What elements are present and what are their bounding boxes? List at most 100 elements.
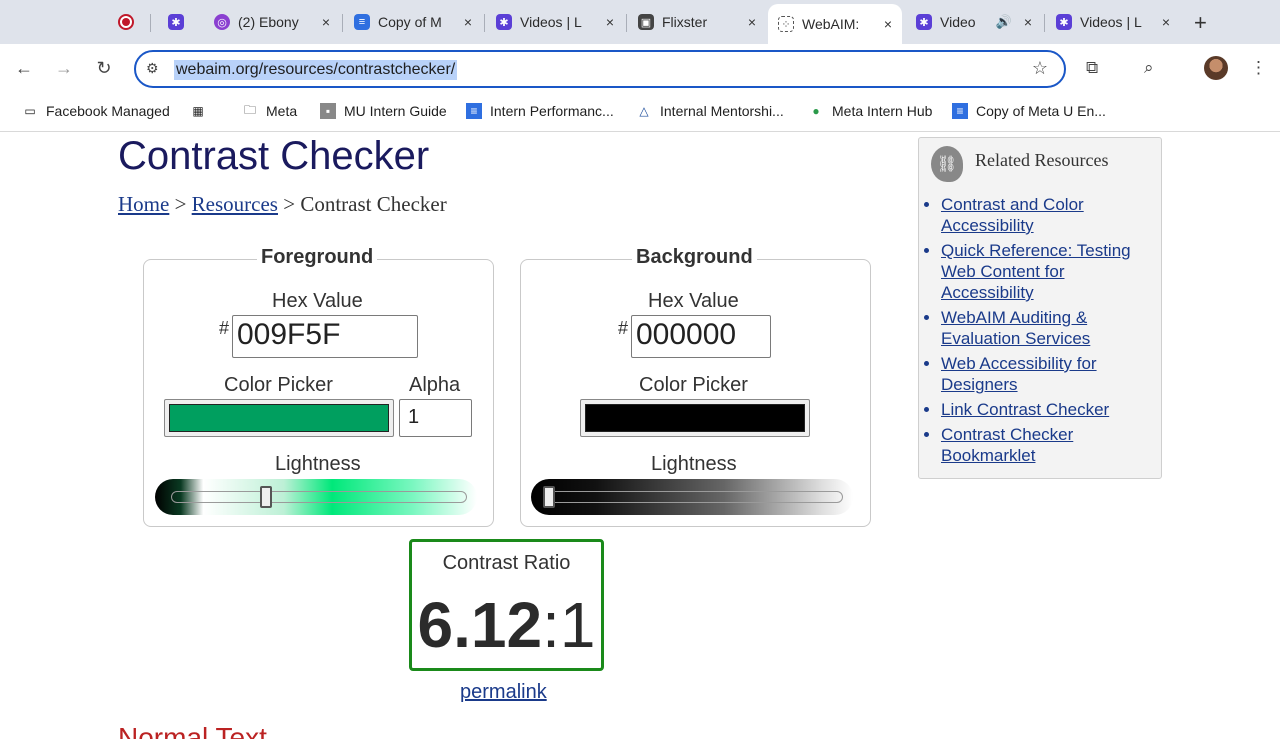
bookmark-mu-intern-guide[interactable]: ▪ MU Intern Guide xyxy=(320,103,447,119)
tab-ebony[interactable]: ◎ (2) Ebony × xyxy=(204,6,340,38)
foreground-lightness-slider[interactable] xyxy=(155,479,477,515)
bookmarks-bar: ▭ Facebook Managed ▦ 🗀 Meta ▪ MU Intern … xyxy=(0,96,1280,132)
record-icon xyxy=(118,14,134,30)
slider-track xyxy=(547,491,843,503)
tab-webaim[interactable]: ⁘ WebAIM: × xyxy=(768,4,902,44)
list-item: Web Accessibility for Designers xyxy=(941,353,1157,395)
tab-title: (2) Ebony xyxy=(238,14,299,30)
close-icon[interactable]: × xyxy=(322,14,330,30)
related-link[interactable]: Web Accessibility for Designers xyxy=(941,354,1097,394)
guide-icon: ▪ xyxy=(320,103,336,119)
search-tabs-icon[interactable]: ⌕ xyxy=(1144,58,1154,78)
tab-title: Video xyxy=(940,14,976,30)
close-icon[interactable]: × xyxy=(884,16,892,32)
related-link[interactable]: Link Contrast Checker xyxy=(941,400,1109,419)
contrast-ratio-box: Contrast Ratio 6.12:1 xyxy=(409,539,604,671)
tab-video-audio[interactable]: ✱ Video 🔊 × xyxy=(906,6,1042,38)
related-link[interactable]: Quick Reference: Testing Web Content for… xyxy=(941,241,1131,302)
back-button[interactable]: ← xyxy=(12,58,36,79)
avatar[interactable] xyxy=(1204,56,1228,80)
breadcrumb: Home > Resources > Contrast Checker xyxy=(118,192,447,216)
managed-folder-icon: ▭ xyxy=(24,104,36,118)
forward-button[interactable]: → xyxy=(52,58,76,79)
address-bar[interactable]: ⚙ webaim.org/resources/contrastchecker/ … xyxy=(134,50,1066,88)
related-resources-panel: ⛓ Related Resources Contrast and Color A… xyxy=(918,137,1162,479)
list-item: Link Contrast Checker xyxy=(941,399,1157,420)
contrast-ratio-value: 6.12:1 xyxy=(417,589,596,661)
site-info-icon[interactable]: ⚙ xyxy=(146,60,159,77)
hash-symbol: # xyxy=(219,318,230,338)
bookmark-star-icon[interactable]: ☆ xyxy=(1032,58,1048,79)
related-link[interactable]: Contrast and Color Accessibility xyxy=(941,195,1084,235)
tab-title: Videos | L xyxy=(1080,14,1142,30)
extensions-icon[interactable]: ⧉ xyxy=(1086,58,1098,78)
breadcrumb-resources-link[interactable]: Resources xyxy=(192,192,278,216)
slider-track xyxy=(171,491,467,503)
close-icon[interactable]: × xyxy=(1162,14,1170,30)
speaker-icon[interactable]: 🔊 xyxy=(996,14,1012,30)
close-icon[interactable]: × xyxy=(748,14,756,30)
close-icon[interactable]: × xyxy=(1024,14,1032,30)
menu-icon[interactable]: ⋮ xyxy=(1250,58,1267,78)
bookmark-facebook-managed[interactable]: ▭ Facebook Managed xyxy=(22,103,169,119)
folder-icon: 🗀 xyxy=(243,102,256,117)
new-tab-button[interactable]: + xyxy=(1194,10,1207,36)
foreground-hex-input[interactable]: 009F5F xyxy=(232,315,418,358)
related-link[interactable]: WebAIM Auditing & Evaluation Services xyxy=(941,308,1090,348)
url-text[interactable]: webaim.org/resources/contrastchecker/ xyxy=(174,60,458,80)
bookmark-label: Meta xyxy=(266,103,298,119)
hub-icon: ● xyxy=(812,104,820,118)
bookmark-meta[interactable]: 🗀 Meta xyxy=(242,102,298,120)
tab-recording[interactable] xyxy=(108,6,148,38)
bookmark-apps[interactable]: ▦ xyxy=(190,103,214,119)
bookmark-label: MU Intern Guide xyxy=(344,103,447,119)
contrast-ratio-label: Contrast Ratio xyxy=(442,552,571,574)
apps-grid-icon: ▦ xyxy=(192,104,204,118)
asterisk-icon: ✱ xyxy=(1056,14,1072,30)
permalink-link[interactable]: permalink xyxy=(460,681,547,704)
tab-strip: ✱ ◎ (2) Ebony × ≡ Copy of M × ✱ Videos |… xyxy=(0,0,1280,44)
tab-title: Flixster xyxy=(662,14,708,30)
related-resources-title: Related Resources xyxy=(975,150,1109,170)
tab-videos-2[interactable]: ✱ Videos | L × xyxy=(1046,6,1180,38)
tab-flixster[interactable]: ▣ Flixster × xyxy=(628,6,766,38)
breadcrumb-home-link[interactable]: Home xyxy=(118,192,169,216)
bookmark-label: Meta Intern Hub xyxy=(832,103,933,119)
bookmark-copy-of-meta-u[interactable]: ≡ Copy of Meta U En... xyxy=(952,103,1106,119)
bookmark-label: Intern Performanc... xyxy=(490,103,614,119)
list-item: Contrast and Color Accessibility xyxy=(941,194,1157,236)
bookmark-label: Internal Mentorshi... xyxy=(660,103,784,119)
background-color-picker[interactable] xyxy=(580,399,810,437)
docs-icon: ≡ xyxy=(354,14,370,30)
tab-asterisk[interactable]: ✱ xyxy=(158,6,202,38)
drive-icon: △ xyxy=(639,104,649,118)
background-hex-input[interactable]: 000000 xyxy=(631,315,771,358)
bookmark-meta-intern-hub[interactable]: ● Meta Intern Hub xyxy=(808,103,932,119)
background-lightness-label: Lightness xyxy=(651,453,737,475)
tab-title: Copy of M xyxy=(378,14,442,30)
foreground-swatch-fill xyxy=(169,404,389,432)
bookmark-intern-performance[interactable]: ≡ Intern Performanc... xyxy=(466,103,614,119)
foreground-color-picker[interactable] xyxy=(164,399,394,437)
slider-thumb[interactable] xyxy=(259,486,272,508)
tab-copy-of[interactable]: ≡ Copy of M × xyxy=(344,6,482,38)
page-title: Contrast Checker xyxy=(118,134,430,178)
asterisk-icon: ✱ xyxy=(916,14,932,30)
related-link[interactable]: Contrast Checker Bookmarklet xyxy=(941,425,1073,465)
foreground-hex-label: Hex Value xyxy=(272,290,363,312)
page-content: Contrast Checker Home > Resources > Cont… xyxy=(0,132,1280,739)
alpha-input[interactable]: 1 xyxy=(399,399,472,437)
background-hex-label: Hex Value xyxy=(648,290,739,312)
background-lightness-slider[interactable] xyxy=(531,479,853,515)
sheets-icon: ≡ xyxy=(466,103,482,119)
slider-thumb[interactable] xyxy=(543,486,555,508)
asterisk-icon: ✱ xyxy=(168,14,184,30)
normal-text-heading: Normal Text xyxy=(118,722,267,739)
reload-button[interactable]: ↻ xyxy=(92,58,116,79)
tab-videos-1[interactable]: ✱ Videos | L × xyxy=(486,6,624,38)
bookmark-internal-mentorship[interactable]: △ Internal Mentorshi... xyxy=(636,103,784,119)
webaim-icon: ⁘ xyxy=(778,16,794,32)
close-icon[interactable]: × xyxy=(464,14,472,30)
close-icon[interactable]: × xyxy=(606,14,614,30)
related-links-list: Contrast and Color Accessibility Quick R… xyxy=(929,194,1157,470)
